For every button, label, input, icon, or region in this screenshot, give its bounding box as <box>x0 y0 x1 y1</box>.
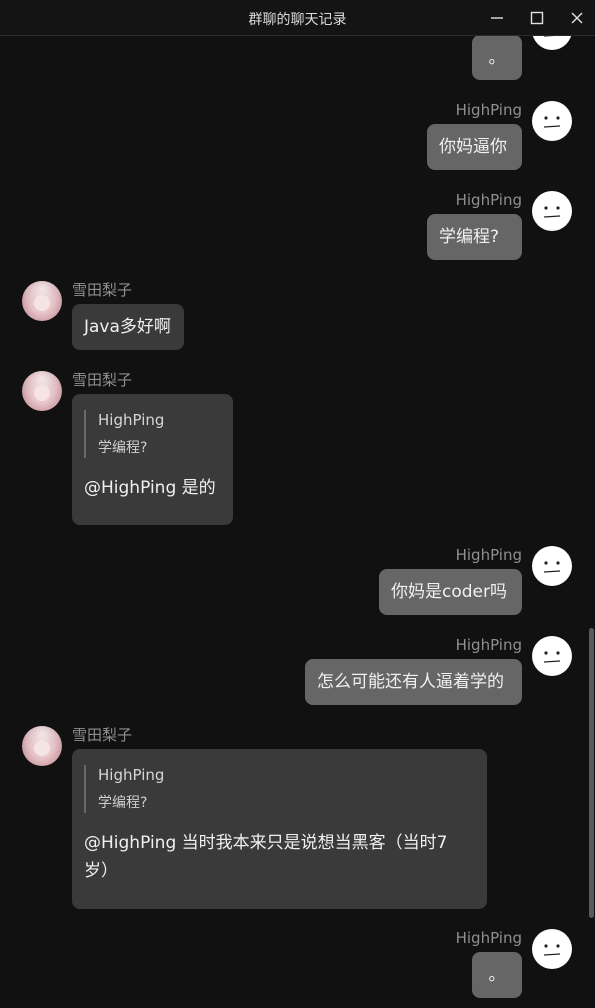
quoted-sender: HighPing <box>98 766 165 784</box>
neutral-face-icon <box>543 206 561 218</box>
neutral-face-icon <box>543 561 561 573</box>
avatar-highping[interactable] <box>532 636 572 676</box>
chat-history[interactable]: 。 HighPing 你妈逼你 HighPing 学编程? 雪田梨子 Java多… <box>0 36 595 1008</box>
avatar-highping[interactable] <box>532 101 572 141</box>
sender-name: HighPing <box>455 546 522 564</box>
neutral-face-icon <box>543 116 561 128</box>
sender-name: 雪田梨子 <box>72 371 133 389</box>
avatar-face <box>34 385 50 401</box>
quoted-sender: HighPing <box>98 411 165 429</box>
avatar-highping[interactable] <box>532 191 572 231</box>
message-bubble[interactable]: 怎么可能还有人逼着学的 <box>305 659 522 705</box>
message-bubble[interactable]: 你妈是coder吗 <box>379 569 522 615</box>
message-bubble[interactable]: 。 <box>472 36 522 80</box>
sender-name: HighPing <box>455 101 522 119</box>
message-bubble[interactable]: 你妈逼你 <box>427 124 522 170</box>
avatar-xuetian[interactable] <box>22 726 62 766</box>
close-icon[interactable] <box>567 8 587 28</box>
sender-name: HighPing <box>455 929 522 947</box>
maximize-icon[interactable] <box>527 8 547 28</box>
avatar-xuetian[interactable] <box>22 371 62 411</box>
sender-name: HighPing <box>455 191 522 209</box>
message-text: @HighPing 是的 <box>84 478 216 498</box>
minimize-icon[interactable] <box>487 8 507 28</box>
quoted-text: 学编程? <box>98 440 148 456</box>
message-bubble[interactable]: Java多好啊 <box>72 304 184 350</box>
neutral-face-icon <box>544 36 555 37</box>
sender-name: 雪田梨子 <box>72 726 133 744</box>
avatar-face <box>34 740 50 756</box>
message-bubble[interactable]: HighPing 学编程? @HighPing 当时我本来只是说想当黑客（当时7… <box>72 749 487 909</box>
message-bubble[interactable]: 学编程? <box>427 214 522 260</box>
avatar-face <box>34 295 50 311</box>
quoted-message[interactable]: HighPing 学编程? <box>84 410 221 458</box>
scrollbar-thumb[interactable] <box>589 628 594 918</box>
avatar-highping[interactable] <box>532 36 572 50</box>
sender-name: 雪田梨子 <box>72 281 133 299</box>
quoted-text: 学编程? <box>98 795 148 811</box>
message-bubble[interactable]: 。 <box>472 952 522 998</box>
avatar-highping[interactable] <box>532 929 572 969</box>
avatar-xuetian[interactable] <box>22 281 62 321</box>
neutral-face-icon <box>543 944 561 956</box>
message-text: @HighPing 当时我本来只是说想当黑客（当时7岁） <box>84 833 448 881</box>
avatar-highping[interactable] <box>532 546 572 586</box>
message-bubble[interactable]: HighPing 学编程? @HighPing 是的 <box>72 394 233 525</box>
quoted-message[interactable]: HighPing 学编程? <box>84 765 475 813</box>
neutral-face-icon <box>543 651 561 663</box>
sender-name: HighPing <box>455 636 522 654</box>
title-bar: 群聊的聊天记录 <box>0 0 595 36</box>
